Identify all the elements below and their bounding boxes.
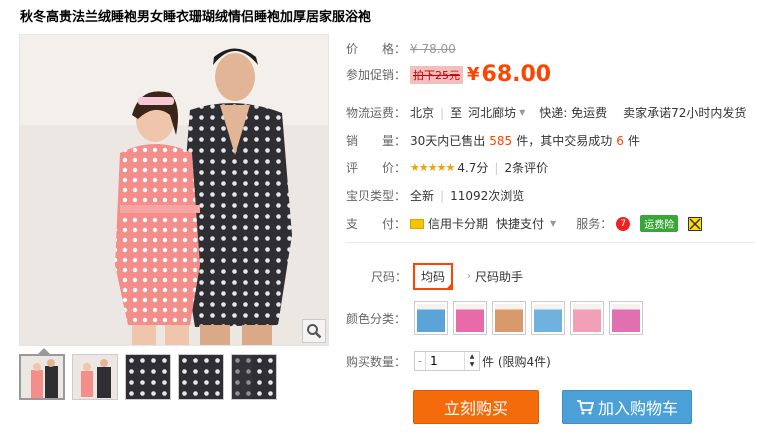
separator: |	[440, 188, 445, 203]
quantity-input[interactable]	[425, 352, 465, 370]
thumbnail-strip	[19, 354, 277, 400]
separator: |	[440, 105, 445, 120]
color-swatch	[612, 304, 640, 332]
currency-symbol: ¥	[467, 64, 480, 85]
color-swatch	[417, 304, 445, 332]
rating-row: 评 价： ★★★★★ 4.7分 | 2条评价	[346, 159, 548, 176]
chevron-down-icon[interactable]: ▼	[519, 108, 525, 117]
rating-score: 4.7分	[457, 161, 489, 175]
shipping-destination-select[interactable]: 河北廊坊	[468, 104, 516, 121]
color-option-6[interactable]	[609, 301, 643, 335]
color-option-1[interactable]	[414, 301, 448, 335]
size-option-selected[interactable]: 均码	[413, 263, 454, 290]
chevron-up-icon[interactable]: ▲	[470, 353, 475, 361]
sales-prefix: 30天内已售出	[410, 134, 486, 148]
quantity-decrease-button[interactable]: -	[415, 354, 425, 368]
type-label: 宝贝类型：	[346, 189, 407, 203]
chevron-down-icon[interactable]: ▼	[470, 361, 475, 369]
color-label: 颜色分类：	[346, 311, 407, 326]
sales-suffix: 件	[627, 134, 640, 148]
thumbnail-4[interactable]	[178, 354, 224, 400]
rating-label: 评 价：	[346, 161, 407, 175]
divider	[346, 242, 754, 243]
color-option-2[interactable]	[453, 301, 487, 335]
shipping-from: 北京	[410, 106, 435, 120]
separator: |	[494, 160, 499, 175]
sales-count: 585	[489, 133, 513, 148]
original-price: ¥ 78.00	[410, 41, 456, 56]
sales-label: 销 量：	[346, 134, 407, 148]
cart-icon	[576, 400, 594, 415]
shipping-label: 物流运费：	[346, 106, 407, 120]
product-main-image[interactable]	[19, 34, 329, 346]
buy-now-button[interactable]: 立刻购买	[413, 390, 539, 424]
sales-row: 销 量： 30天内已售出 585 件，其中交易成功 6 件	[346, 132, 640, 149]
sales-mid: 件，其中交易成功	[516, 134, 613, 148]
thumbnail-1[interactable]	[19, 354, 65, 400]
service-label: 服务：	[576, 217, 613, 231]
shipping-insurance-badge[interactable]: 运费险	[640, 215, 679, 232]
add-to-cart-label: 加入购物车	[597, 399, 678, 418]
item-condition: 全新	[410, 189, 435, 203]
color-option-3[interactable]	[492, 301, 526, 335]
add-to-cart-button[interactable]: 加入购物车	[562, 390, 692, 424]
type-row: 宝贝类型： 全新 | 11092次浏览	[346, 187, 524, 204]
product-title: 秋冬高贵法兰绒睡袍男女睡衣珊瑚绒情侣睡袍加厚居家服浴袍	[20, 10, 372, 25]
payment-row: 支 付： 信用卡分期 快捷支付 ▼ 服务： 7 运费险	[346, 215, 703, 232]
color-swatch	[456, 304, 484, 332]
thumbnail-5[interactable]	[231, 354, 277, 400]
payment-label: 支 付：	[346, 217, 407, 231]
color-option-5[interactable]	[570, 301, 604, 335]
credit-card-icon	[410, 218, 424, 229]
color-swatch	[573, 304, 601, 332]
zoom-icon[interactable]	[302, 319, 326, 343]
size-helper-link[interactable]: 尺码助手	[475, 268, 523, 285]
quick-pay-link[interactable]: 快捷支付	[496, 215, 544, 232]
quantity-limit: 件 (限购4件)	[482, 354, 551, 369]
size-label: 尺码：	[371, 270, 408, 284]
shipping-row: 物流运费： 北京 | 至 河北廊坊 ▼ 快递: 免运费 卖家承诺72小时内发货	[346, 104, 746, 121]
shipping-express: 快递: 免运费	[539, 106, 608, 120]
view-count: 11092次浏览	[450, 189, 525, 203]
rating-stars-icon: ★★★★★	[410, 161, 455, 174]
promo-row: 参加促销： 拍下25元 ¥ 68.00	[346, 62, 551, 87]
thumbnail-3[interactable]	[125, 354, 171, 400]
promo-price: 68.00	[481, 62, 552, 87]
quantity-label: 购买数量：	[346, 354, 407, 369]
thumbnail-2[interactable]	[72, 354, 118, 400]
guarantee-icon[interactable]	[688, 216, 703, 231]
color-swatch	[534, 304, 562, 332]
size-row: 尺码： 均码 › 尺码助手	[371, 263, 523, 290]
chevron-down-icon[interactable]: ▼	[550, 219, 556, 228]
promo-tag: 拍下25元	[410, 65, 463, 84]
credit-installment-link[interactable]: 信用卡分期	[428, 215, 488, 232]
review-count-link[interactable]: 2条评价	[504, 159, 548, 176]
quantity-row: 购买数量： - ▲▼ 件 (限购4件)	[346, 351, 551, 371]
price-row: 价 格： ¥ 78.00	[346, 40, 456, 57]
price-label: 价 格：	[346, 42, 407, 56]
color-option-4[interactable]	[531, 301, 565, 335]
quantity-stepper: - ▲▼	[414, 351, 480, 371]
seven-day-return-icon[interactable]: 7	[616, 216, 631, 231]
promo-label: 参加促销：	[346, 68, 407, 82]
success-count: 6	[616, 133, 624, 148]
color-row: 颜色分类：	[346, 301, 643, 335]
quantity-spinner[interactable]: ▲ ▼	[465, 353, 479, 369]
shipping-promise: 卖家承诺72小时内发货	[623, 106, 747, 120]
color-options	[414, 301, 643, 335]
shipping-to-prefix: 至	[450, 106, 463, 120]
color-swatch	[495, 304, 523, 332]
chevron-right-icon: ›	[467, 271, 472, 282]
